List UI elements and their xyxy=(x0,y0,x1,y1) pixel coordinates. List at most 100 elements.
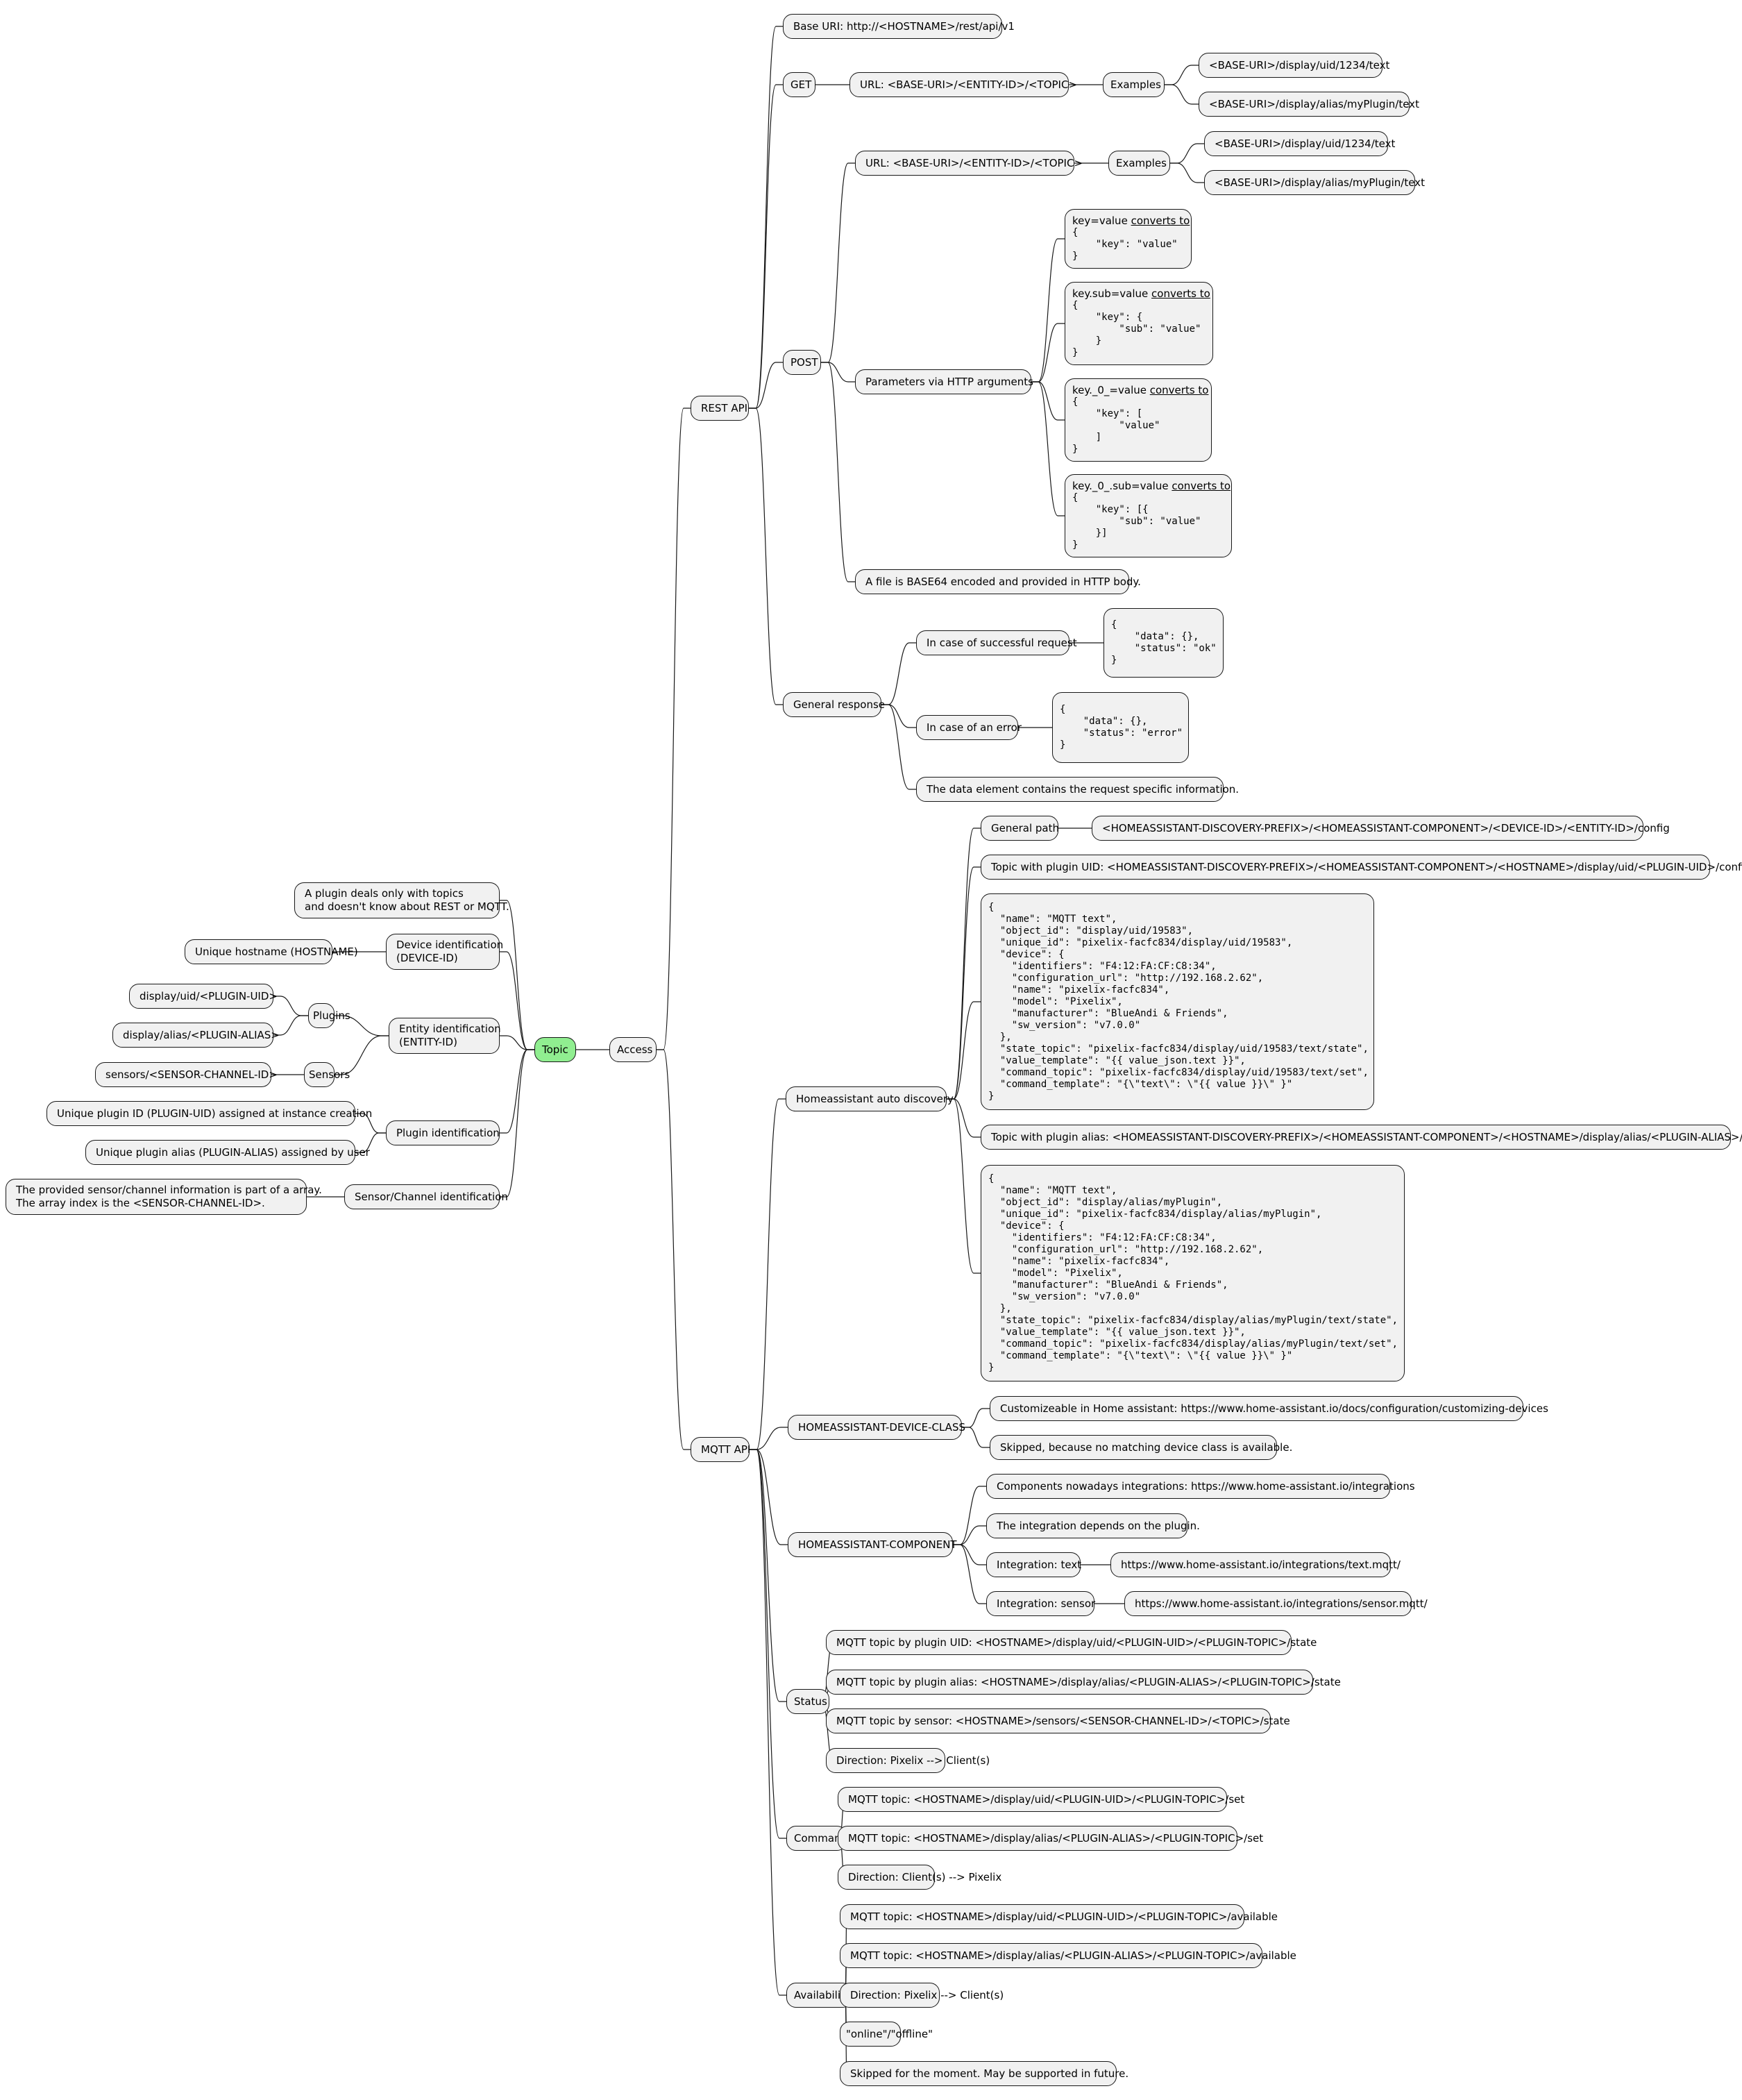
node-integration-sensor[interactable]: Integration: sensor xyxy=(986,1591,1095,1616)
node-response-data-note[interactable]: The data element contains the request sp… xyxy=(916,777,1239,802)
node-sensors-path[interactable]: sensors/<SENSOR-CHANNEL-ID> xyxy=(95,1062,278,1087)
node-homeassistant-auto-discovery[interactable]: Homeassistant auto discovery xyxy=(786,1086,954,1111)
node-availability-topic-alias[interactable]: MQTT topic: <HOSTNAME>/display/alias/<PL… xyxy=(840,1943,1296,1968)
node-device-class-customizeable[interactable]: Customizeable in Home assistant: https:/… xyxy=(990,1396,1548,1421)
node-label: HOMEASSISTANT-COMPONENT xyxy=(798,1538,957,1551)
connector-line xyxy=(947,866,981,1100)
node-param-key-sub[interactable]: key.sub=value converts to { "key": { "su… xyxy=(1065,282,1213,365)
connector-line xyxy=(1031,381,1065,516)
node-post-example-uid[interactable]: <BASE-URI>/display/uid/1234/text xyxy=(1204,131,1395,156)
connector-line xyxy=(1031,381,1065,421)
node-get-example-alias[interactable]: <BASE-URI>/display/alias/myPlugin/text xyxy=(1199,92,1419,117)
connector-line xyxy=(953,1525,986,1545)
response-json: { "data": {}, "status": "error" } xyxy=(1060,704,1183,750)
node-post-parameters[interactable]: Parameters via HTTP arguments xyxy=(855,369,1033,394)
node-label: General response xyxy=(793,698,886,711)
node-sensor-channel-description[interactable]: The provided sensor/channel information … xyxy=(6,1179,322,1215)
node-homeassistant-device-class[interactable]: HOMEASSISTANT-DEVICE-CLASS xyxy=(788,1415,965,1440)
node-post-example-alias[interactable]: <BASE-URI>/display/alias/myPlugin/text xyxy=(1204,170,1425,195)
node-base-uri[interactable]: Base URI: http://<HOSTNAME>/rest/api/v1 xyxy=(783,14,1015,39)
node-label: MQTT topic: <HOSTNAME>/display/alias/<PL… xyxy=(848,1831,1264,1845)
node-label: In case of an error xyxy=(927,721,1022,734)
node-post[interactable]: POST xyxy=(783,350,821,375)
node-response-success[interactable]: In case of successful request xyxy=(916,630,1077,655)
node-homeassistant-component[interactable]: HOMEASSISTANT-COMPONENT xyxy=(788,1532,957,1557)
node-sensor-channel-identification[interactable]: Sensor/Channel identification xyxy=(344,1184,508,1209)
node-component-depends[interactable]: The integration depends on the plugin. xyxy=(986,1513,1200,1538)
node-general-path-value[interactable]: <HOMEASSISTANT-DISCOVERY-PREFIX>/<HOMEAS… xyxy=(1092,816,1670,841)
param-json: { "key": [{ "sub": "value" }] } xyxy=(1072,492,1201,551)
node-command-topic-uid[interactable]: MQTT topic: <HOSTNAME>/display/uid/<PLUG… xyxy=(838,1787,1244,1812)
node-response-error-json[interactable]: { "data": {}, "status": "error" } xyxy=(1052,692,1189,763)
connector-line xyxy=(657,408,691,1050)
node-mqtt-api[interactable]: MQTT API xyxy=(691,1437,750,1462)
node-label: sensors/<SENSOR-CHANNEL-ID> xyxy=(105,1068,278,1081)
node-integration-sensor-url[interactable]: https://www.home-assistant.io/integratio… xyxy=(1124,1591,1428,1616)
node-get-example-uid[interactable]: <BASE-URI>/display/uid/1234/text xyxy=(1199,53,1389,78)
node-command-topic-alias[interactable]: MQTT topic: <HOSTNAME>/display/alias/<PL… xyxy=(838,1826,1263,1851)
node-general-path[interactable]: General path xyxy=(981,816,1059,841)
connector-line xyxy=(657,1049,691,1450)
node-label: <BASE-URI>/display/uid/1234/text xyxy=(1209,58,1390,72)
node-command-direction[interactable]: Direction: Client(s) --> Pixelix xyxy=(838,1865,1001,1890)
node-availability-skipped[interactable]: Skipped for the moment. May be supported… xyxy=(840,2061,1128,2086)
node-entity-identification[interactable]: Entity identification (ENTITY-ID) xyxy=(389,1018,501,1054)
node-plugins-alias-path[interactable]: display/alias/<PLUGIN-ALIAS> xyxy=(112,1023,280,1048)
node-device-identification[interactable]: Device identification (DEVICE-ID) xyxy=(386,934,503,970)
node-topic-with-plugin-uid[interactable]: Topic with plugin UID: <HOMEASSISTANT-DI… xyxy=(981,855,1742,880)
node-component-integrations[interactable]: Components nowadays integrations: https:… xyxy=(986,1474,1415,1499)
connector-line xyxy=(749,362,783,409)
node-availability-topic-uid[interactable]: MQTT topic: <HOSTNAME>/display/uid/<PLUG… xyxy=(840,1904,1278,1929)
node-param-key-array-sub[interactable]: key._0_.sub=value converts to { "key": [… xyxy=(1065,474,1232,557)
node-integration-text-url[interactable]: https://www.home-assistant.io/integratio… xyxy=(1110,1552,1401,1577)
node-post-file-note[interactable]: A file is BASE64 encoded and provided in… xyxy=(855,569,1141,594)
param-header: key.sub=value converts to xyxy=(1072,288,1210,300)
node-availability-direction[interactable]: Direction: Pixelix --> Client(s) xyxy=(840,1983,1004,2008)
connector-line xyxy=(500,1049,534,1198)
node-label: Unique plugin ID (PLUGIN-UID) assigned a… xyxy=(57,1107,373,1120)
node-device-class-skipped[interactable]: Skipped, because no matching device clas… xyxy=(990,1435,1292,1460)
node-plugin-uid-description[interactable]: Unique plugin ID (PLUGIN-UID) assigned a… xyxy=(46,1101,372,1126)
converts-to-label: converts to xyxy=(1149,384,1209,396)
node-label: MQTT topic: <HOSTNAME>/display/uid/<PLUG… xyxy=(848,1792,1245,1806)
param-key: key=value xyxy=(1072,215,1131,227)
node-response-success-json[interactable]: { "data": {}, "status": "ok" } xyxy=(1103,608,1224,678)
node-param-key-array[interactable]: key._0_=value converts to { "key": [ "va… xyxy=(1065,378,1212,462)
node-post-url[interactable]: URL: <BASE-URI>/<ENTITY-ID>/<TOPIC> xyxy=(855,151,1083,176)
node-general-response[interactable]: General response xyxy=(783,692,885,717)
node-label: https://www.home-assistant.io/integratio… xyxy=(1121,1558,1401,1571)
node-label: Entity identification (ENTITY-ID) xyxy=(399,1023,501,1048)
node-rest-api[interactable]: REST API xyxy=(691,396,749,421)
node-post-examples[interactable]: Examples xyxy=(1108,151,1170,176)
node-param-key-value[interactable]: key=value converts to { "key": "value" } xyxy=(1065,209,1192,269)
node-plugins-uid-path[interactable]: display/uid/<PLUGIN-UID> xyxy=(129,984,278,1009)
node-access[interactable]: Access xyxy=(609,1037,657,1062)
node-status-direction[interactable]: Direction: Pixelix --> Client(s) xyxy=(826,1748,990,1773)
node-plugin-alias-description[interactable]: Unique plugin alias (PLUGIN-ALIAS) assig… xyxy=(85,1140,370,1165)
node-availability-values[interactable]: "online"/"offline" xyxy=(840,2022,933,2047)
node-plugins[interactable]: Plugins xyxy=(308,1003,350,1028)
node-get-url[interactable]: URL: <BASE-URI>/<ENTITY-ID>/<TOPIC> xyxy=(849,72,1077,97)
node-status-topic-alias[interactable]: MQTT topic by plugin alias: <HOSTNAME>/d… xyxy=(826,1670,1341,1695)
node-status-topic-sensor[interactable]: MQTT topic by sensor: <HOSTNAME>/sensors… xyxy=(826,1708,1290,1733)
node-label: Skipped, because no matching device clas… xyxy=(1000,1440,1293,1454)
node-integration-text[interactable]: Integration: text xyxy=(986,1552,1081,1577)
root-node-topic[interactable]: Topic xyxy=(534,1037,576,1062)
node-get[interactable]: GET xyxy=(783,72,815,97)
node-sensors[interactable]: Sensors xyxy=(304,1062,350,1087)
node-response-error[interactable]: In case of an error xyxy=(916,715,1022,740)
node-label: Topic xyxy=(542,1043,568,1056)
node-plugin-identification[interactable]: Plugin identification xyxy=(386,1120,500,1145)
node-unique-hostname[interactable]: Unique hostname (HOSTNAME) xyxy=(185,939,358,964)
node-get-examples[interactable]: Examples xyxy=(1103,72,1165,97)
node-alias-config-json[interactable]: { "name": "MQTT text", "object_id": "dis… xyxy=(981,1165,1405,1381)
node-status[interactable]: Status xyxy=(786,1689,829,1714)
param-json: { "key": { "sub": "value" } } xyxy=(1072,300,1201,358)
node-plugin-note[interactable]: A plugin deals only with topics and does… xyxy=(294,882,509,918)
node-uid-config-json[interactable]: { "name": "MQTT text", "object_id": "dis… xyxy=(981,893,1374,1110)
node-label: display/uid/<PLUGIN-UID> xyxy=(139,989,278,1002)
node-status-topic-uid[interactable]: MQTT topic by plugin UID: <HOSTNAME>/dis… xyxy=(826,1630,1317,1655)
node-topic-with-plugin-alias[interactable]: Topic with plugin alias: <HOMEASSISTANT-… xyxy=(981,1125,1742,1150)
node-label: <BASE-URI>/display/alias/myPlugin/text xyxy=(1215,176,1425,189)
connector-line xyxy=(953,1486,986,1545)
